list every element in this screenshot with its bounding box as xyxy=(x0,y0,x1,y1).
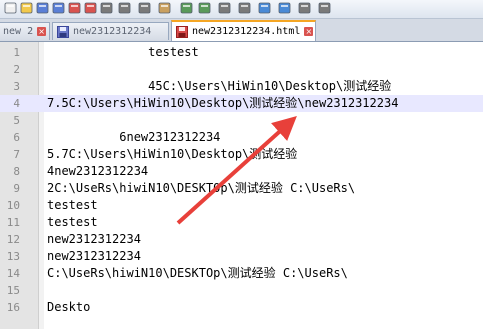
line-number: 7 xyxy=(13,148,20,161)
tab-new-2[interactable]: new 2 × xyxy=(0,22,50,40)
line-text: testest xyxy=(47,45,199,59)
wrap-icon[interactable] xyxy=(316,1,332,15)
line-text: 2C:\UseRs\hiwiN10\DESKTOp\测试经验 C:\UseRs\ xyxy=(47,181,356,195)
toolbar xyxy=(0,0,483,19)
text-editor[interactable]: 1 testest 2 3 45C:\Users\HiWin10\Desktop\测… xyxy=(0,44,483,316)
code-line[interactable]: 5 xyxy=(0,112,483,129)
line-number: 9 xyxy=(13,182,20,195)
cut-icon[interactable] xyxy=(116,1,132,15)
close-all-icon[interactable] xyxy=(82,1,98,15)
line-text: new2312312234 xyxy=(47,249,141,263)
close-icon[interactable] xyxy=(66,1,82,15)
code-line[interactable]: 13 new2312312234 xyxy=(0,248,483,265)
code-line[interactable]: 12 new2312312234 xyxy=(0,231,483,248)
new-file-icon[interactable] xyxy=(2,1,18,15)
paste-icon[interactable] xyxy=(156,1,172,15)
line-text: Deskto xyxy=(47,300,91,314)
floppy-disk-icon xyxy=(176,25,188,38)
line-text: testest xyxy=(47,198,98,212)
code-line[interactable]: 7 5.7C:\Users\HiWin10\Desktop\测试经验 xyxy=(0,146,483,163)
line-number: 12 xyxy=(6,233,20,246)
save-all-icon[interactable] xyxy=(50,1,66,15)
sync-icon[interactable] xyxy=(296,1,312,15)
line-number: 14 xyxy=(6,267,20,280)
tab-new2312312234[interactable]: new2312312234 xyxy=(52,22,169,40)
replace-icon[interactable] xyxy=(236,1,252,15)
line-number: 10 xyxy=(6,199,20,212)
code-line[interactable]: 9 2C:\UseRs\hiwiN10\DESKTOp\测试经验 C:\UseRs… xyxy=(0,180,483,197)
line-number: 6 xyxy=(13,131,20,144)
tab-new2312312234-html[interactable]: new2312312234.html × xyxy=(171,20,316,41)
code-line[interactable]: 1 testest xyxy=(0,44,483,61)
print-icon[interactable] xyxy=(98,1,114,15)
line-number: 13 xyxy=(6,250,20,263)
find-icon[interactable] xyxy=(216,1,232,15)
tab-label: new2312312234.html xyxy=(192,26,301,37)
code-line[interactable]: 14 C:\UseRs\hiwiN10\DESKTOp\测试经验 C:\UseRs… xyxy=(0,265,483,282)
code-line[interactable]: 8 4new2312312234 xyxy=(0,163,483,180)
line-number: 3 xyxy=(13,80,20,93)
undo-icon[interactable] xyxy=(178,1,194,15)
line-number: 1 xyxy=(13,46,20,59)
line-text: 5.7C:\Users\HiWin10\Desktop\测试经验 xyxy=(47,147,298,161)
code-line[interactable]: 11 testest xyxy=(0,214,483,231)
open-file-icon[interactable] xyxy=(18,1,34,15)
tab-label: new2312312234 xyxy=(73,26,152,37)
save-icon[interactable] xyxy=(34,1,50,15)
line-number: 16 xyxy=(6,301,20,314)
line-text: testest xyxy=(47,215,98,229)
floppy-disk-icon xyxy=(57,25,69,38)
close-tab-icon[interactable]: × xyxy=(37,27,47,36)
code-line[interactable]: 3 45C:\Users\HiWin10\Desktop\测试经验 xyxy=(0,78,483,95)
close-tab-icon[interactable]: × xyxy=(304,27,314,36)
line-number: 11 xyxy=(6,216,20,229)
zoom-out-icon[interactable] xyxy=(276,1,292,15)
line-text: 7.5C:\Users\HiWin10\Desktop\测试经验\new2312… xyxy=(47,96,399,110)
redo-icon[interactable] xyxy=(196,1,212,15)
code-line[interactable]: 16 Deskto xyxy=(0,299,483,316)
code-line[interactable]: 6 6new2312312234 xyxy=(0,129,483,146)
line-text: 45C:\Users\HiWin10\Desktop\测试经验 xyxy=(47,79,392,93)
line-number: 2 xyxy=(13,63,20,76)
line-number: 5 xyxy=(13,114,20,127)
tab-bar: new 2 × new2312312234 new2312312234.html… xyxy=(0,19,483,42)
code-line[interactable]: 10 testest xyxy=(0,197,483,214)
line-number: 4 xyxy=(13,97,20,110)
tab-label: new 2 xyxy=(3,26,34,37)
code-line[interactable]: 2 xyxy=(0,61,483,78)
line-text: 4new2312312234 xyxy=(47,164,149,178)
line-text: new2312312234 xyxy=(47,232,141,246)
line-number: 15 xyxy=(6,284,20,297)
zoom-in-icon[interactable] xyxy=(256,1,272,15)
code-line[interactable]: 4 7.5C:\Users\HiWin10\Desktop\测试经验\new231… xyxy=(0,95,483,112)
line-text: 6new2312312234 xyxy=(47,130,221,144)
line-text: C:\UseRs\hiwiN10\DESKTOp\测试经验 C:\UseRs\ xyxy=(47,266,348,280)
line-number: 8 xyxy=(13,165,20,178)
copy-icon[interactable] xyxy=(136,1,152,15)
code-line[interactable]: 15 xyxy=(0,282,483,299)
